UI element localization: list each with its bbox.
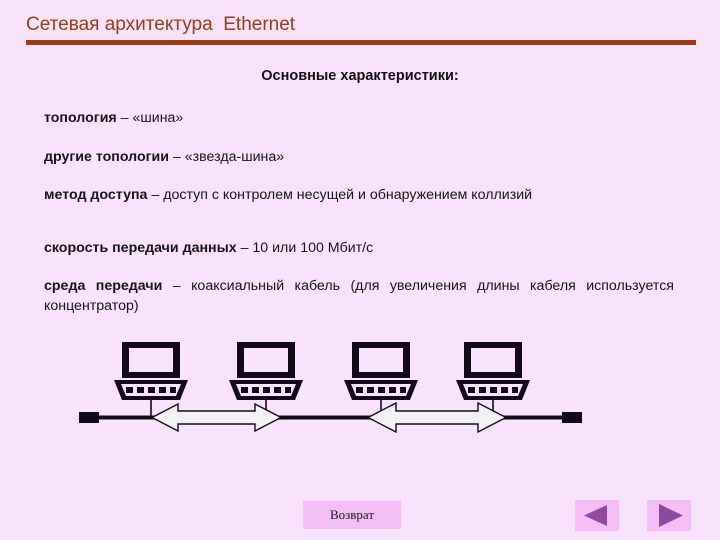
data-flow-arrow	[366, 401, 508, 434]
characteristics-heading: Основные характеристики:	[261, 68, 459, 84]
term-description: 10 или 100 Мбит/с	[252, 240, 374, 256]
next-slide-button[interactable]	[647, 500, 691, 531]
term-label: топология	[44, 110, 117, 126]
term-description: «звезда-шина»	[184, 149, 285, 165]
characteristic-item-other-topologies: другие топологии – «звезда-шина»	[44, 147, 674, 167]
computer-node	[344, 342, 418, 400]
term-label: метод доступа	[44, 187, 148, 203]
bus-terminator	[562, 412, 582, 423]
dash-separator: –	[169, 149, 185, 165]
bus-topology-diagram	[0, 325, 720, 440]
return-button[interactable]: Возврат	[303, 501, 401, 529]
term-label: среда передачи	[44, 278, 163, 294]
title-divider	[26, 40, 696, 45]
characteristic-item-medium: среда передачи – коаксиальный кабель (дл…	[44, 276, 674, 316]
term-label: скорость передачи данных	[44, 240, 237, 256]
term-description: доступ с контролем несущей и обнаружение…	[163, 187, 533, 203]
page-title: Сетевая архитектура Ethernet	[26, 14, 296, 35]
characteristic-item-topology: топология – «шина»	[44, 108, 674, 128]
computer-node	[456, 342, 530, 400]
triangle-right-icon	[659, 504, 683, 527]
computer-node	[229, 342, 303, 400]
dash-separator: –	[162, 278, 192, 294]
bus-terminator	[79, 412, 99, 423]
dash-separator: –	[147, 187, 164, 203]
triangle-left-icon	[584, 505, 607, 526]
data-flow-arrow	[150, 402, 283, 433]
dash-separator: –	[236, 240, 253, 256]
computer-node	[114, 342, 188, 400]
previous-slide-button[interactable]	[575, 500, 619, 531]
characteristic-item-access-method: метод доступа – доступ с контролем несущ…	[44, 185, 674, 205]
dash-separator: –	[116, 110, 133, 126]
characteristic-item-data-rate: скорость передачи данных – 10 или 100 Мб…	[44, 238, 674, 258]
term-description: «шина»	[132, 110, 184, 126]
term-label: другие топологии	[44, 149, 169, 165]
